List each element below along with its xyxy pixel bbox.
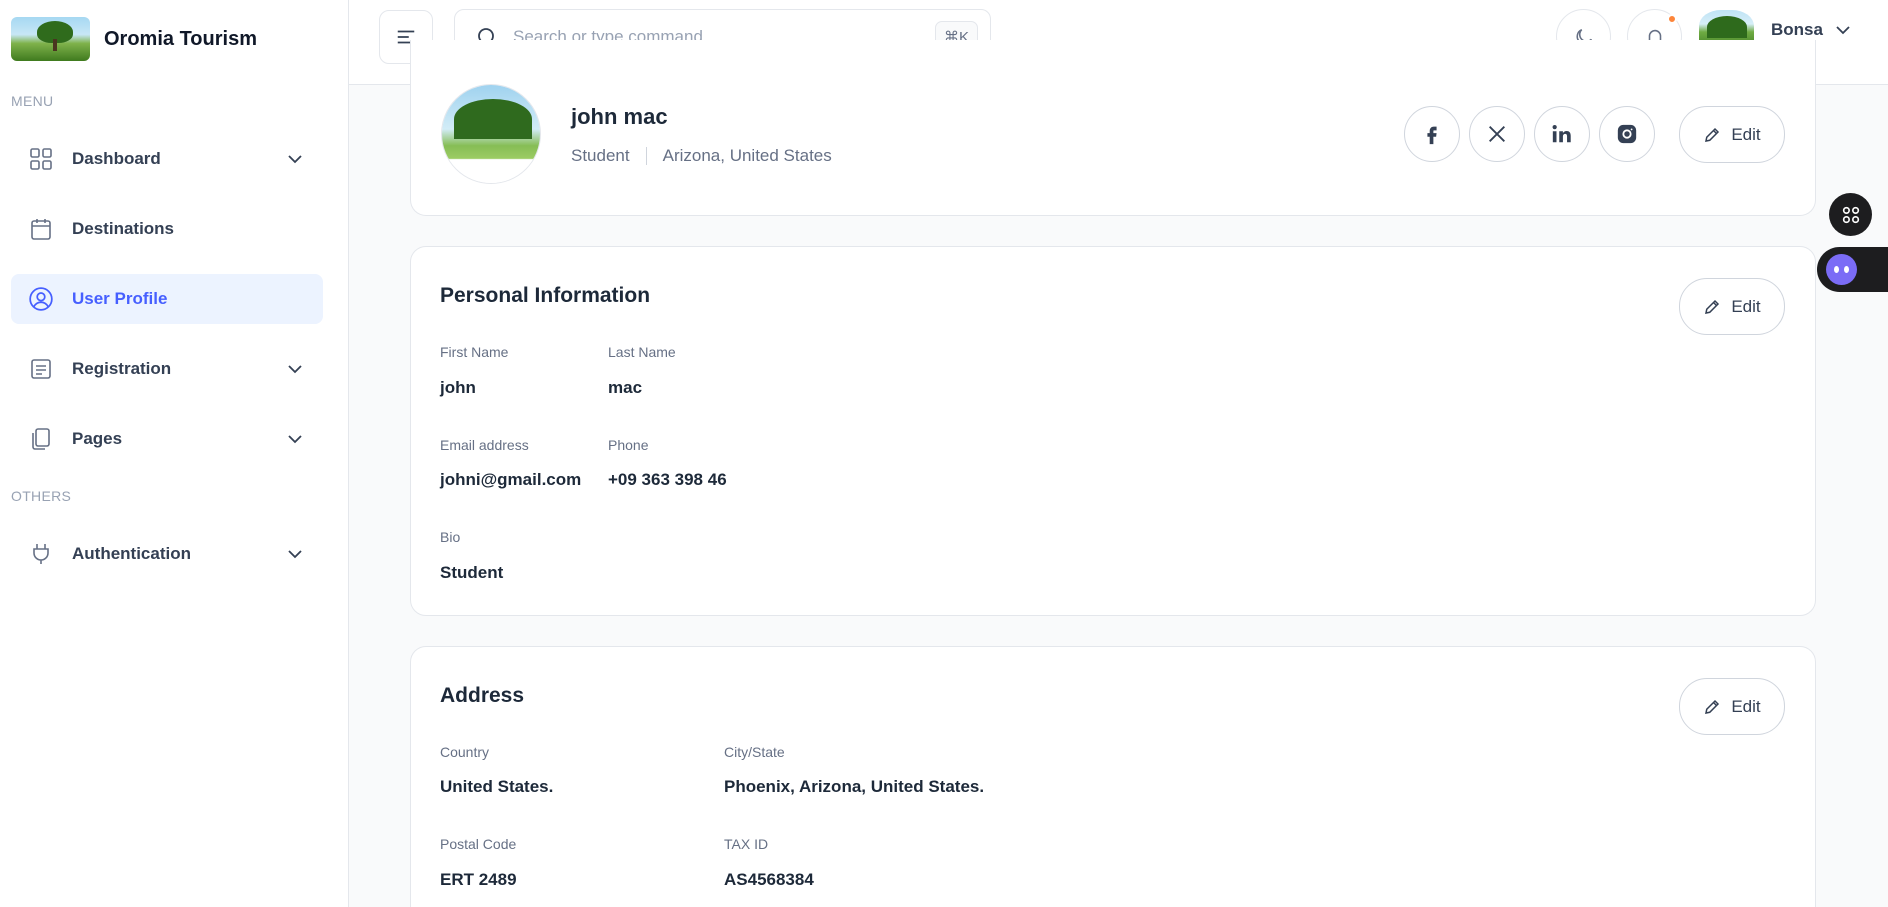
edit-label: Edit	[1731, 124, 1761, 144]
phone-value: +09 363 398 46	[608, 470, 727, 489]
chevron-down-icon	[288, 435, 302, 444]
personal-info-title: Personal Information	[440, 284, 651, 307]
brand-name: Oromia Tourism	[104, 27, 257, 50]
sidebar-item-label: User Profile	[72, 289, 168, 308]
sidebar-item-pages[interactable]: Pages	[11, 414, 323, 464]
email-value: johni@gmail.com	[440, 470, 582, 489]
sidebar-item-label: Registration	[72, 359, 172, 378]
profile-name: john mac	[571, 104, 668, 129]
assistant-icon	[1826, 254, 1857, 285]
facebook-icon	[1427, 126, 1437, 145]
first-name-value: john	[440, 378, 476, 397]
sidebar-item-dashboard[interactable]: Dashboard	[11, 134, 323, 184]
first-name-label: First Name	[440, 344, 509, 360]
sidebar-item-authentication[interactable]: Authentication	[11, 529, 323, 579]
bio-value: Student	[440, 563, 504, 582]
edit-label: Edit	[1731, 296, 1761, 316]
tax-id-label: TAX ID	[724, 836, 769, 852]
instagram-icon	[1617, 124, 1637, 144]
others-section-label: OTHERS	[11, 488, 72, 504]
user-circle-icon	[28, 286, 54, 312]
profile-role: Student	[571, 146, 630, 165]
x-icon	[1489, 126, 1505, 142]
sidebar-item-user-profile[interactable]: User Profile	[11, 274, 323, 324]
pencil-icon	[1705, 127, 1720, 142]
x-button[interactable]	[1469, 106, 1525, 162]
calendar-icon	[28, 216, 54, 242]
bio-label: Bio	[440, 529, 461, 545]
command-widget-button[interactable]	[1829, 193, 1872, 236]
linkedin-button[interactable]	[1534, 106, 1590, 162]
address-title: Address	[440, 684, 525, 707]
chevron-down-icon	[288, 155, 302, 164]
menu-section-label: MENU	[11, 93, 54, 109]
personal-info-card: Personal Information Edit First Name joh…	[410, 246, 1816, 616]
country-label: Country	[440, 744, 490, 760]
chevron-down-icon	[1836, 26, 1850, 35]
sidebar-item-registration[interactable]: Registration	[11, 344, 323, 394]
chevron-down-icon	[288, 365, 302, 374]
address-card: Address Edit Country United States. City…	[410, 646, 1816, 907]
sidebar-item-label: Dashboard	[72, 149, 161, 168]
command-icon	[1842, 206, 1859, 223]
notification-dot	[1667, 14, 1677, 24]
pencil-icon	[1705, 299, 1720, 314]
tax-id-value: AS4568384	[724, 870, 814, 889]
brand[interactable]: Oromia Tourism	[11, 17, 257, 61]
instagram-button[interactable]	[1599, 106, 1655, 162]
country-value: United States.	[440, 777, 554, 796]
grid-icon	[28, 146, 54, 172]
plug-icon	[28, 541, 54, 567]
profile-meta: Student Arizona, United States	[571, 146, 832, 166]
profile-card: john mac Student Arizona, United States …	[410, 40, 1816, 216]
facebook-button[interactable]	[1404, 106, 1460, 162]
sidebar: Oromia Tourism MENU Dashboard Destinatio…	[0, 0, 349, 907]
last-name-value: mac	[608, 378, 643, 397]
brand-logo	[11, 17, 90, 61]
linkedin-icon	[1552, 125, 1571, 143]
sidebar-item-destinations[interactable]: Destinations	[11, 204, 323, 254]
postal-code-label: Postal Code	[440, 836, 517, 852]
sidebar-item-label: Destinations	[72, 219, 175, 238]
user-name: Bonsa	[1771, 20, 1823, 39]
list-icon	[28, 356, 54, 382]
profile-avatar	[441, 84, 541, 184]
last-name-label: Last Name	[608, 344, 676, 360]
sidebar-item-label: Pages	[72, 429, 123, 448]
postal-code-value: ERT 2489	[440, 870, 517, 889]
phone-label: Phone	[608, 437, 649, 453]
city-value: Phoenix, Arizona, United States.	[724, 777, 985, 796]
address-edit-button[interactable]: Edit	[1679, 678, 1785, 735]
pages-icon	[28, 426, 54, 452]
pencil-icon	[1705, 699, 1720, 714]
profile-location: Arizona, United States	[662, 146, 832, 165]
email-label: Email address	[440, 437, 529, 453]
city-label: City/State	[724, 744, 785, 760]
personal-edit-button[interactable]: Edit	[1679, 278, 1785, 335]
edit-label: Edit	[1731, 696, 1761, 716]
profile-edit-button[interactable]: Edit	[1679, 106, 1785, 163]
assistant-widget-button[interactable]	[1817, 247, 1888, 292]
sidebar-item-label: Authentication	[72, 544, 191, 563]
chevron-down-icon	[288, 550, 302, 559]
